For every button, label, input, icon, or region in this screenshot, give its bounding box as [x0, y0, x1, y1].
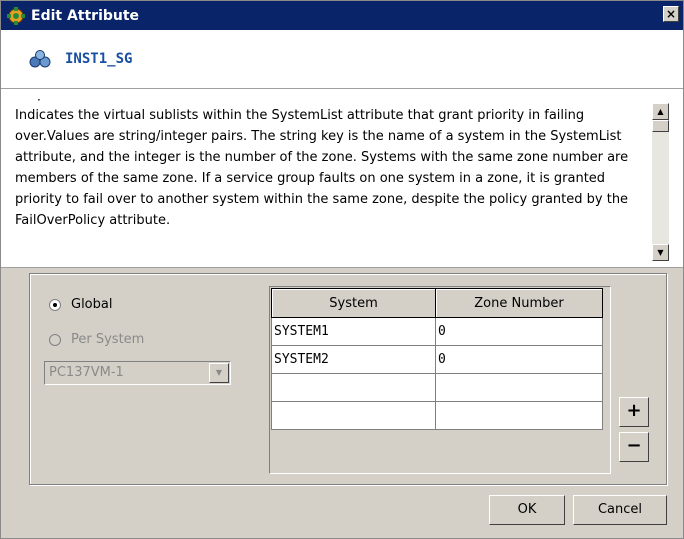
- attribute-description: Indicates the virtual sublists within th…: [15, 108, 629, 228]
- description-scrollbar[interactable]: ▲ ▼: [652, 103, 669, 261]
- chevron-down-icon: ▼: [209, 363, 229, 383]
- system-cell[interactable]: [271, 373, 436, 402]
- table-row[interactable]: [271, 373, 603, 402]
- dialog-header: INST1_SG: [1, 30, 683, 89]
- system-cell[interactable]: SYSTEM1: [271, 317, 436, 346]
- cluster-gear-icon: [7, 6, 25, 25]
- service-group-icon: [29, 50, 51, 68]
- scroll-up-arrow-icon[interactable]: ▲: [652, 103, 669, 120]
- zone-number-cell[interactable]: 0: [435, 317, 603, 346]
- service-group-name: INST1_SG: [65, 51, 133, 67]
- table-row[interactable]: SYSTEM1 0: [271, 317, 603, 346]
- zone-number-cell[interactable]: [435, 373, 603, 402]
- column-header-system[interactable]: System: [271, 288, 436, 318]
- table-row[interactable]: SYSTEM2 0: [271, 345, 603, 374]
- zone-number-cell[interactable]: [435, 401, 603, 430]
- ok-button[interactable]: OK: [489, 495, 565, 525]
- remove-row-button[interactable]: −: [619, 432, 649, 462]
- add-row-button[interactable]: +: [619, 397, 649, 427]
- description-panel: · Indicates the virtual sublists within …: [1, 89, 683, 268]
- system-select: PC137VM-1 ▼: [44, 361, 231, 385]
- system-cell[interactable]: SYSTEM2: [271, 345, 436, 374]
- edit-attribute-dialog: Edit Attribute × INST1_SG · Indicates th…: [0, 0, 684, 539]
- scroll-thumb[interactable]: [652, 120, 669, 132]
- global-radio-indicator[interactable]: [49, 298, 61, 311]
- system-cell[interactable]: [271, 401, 436, 430]
- zone-number-cell[interactable]: 0: [435, 345, 603, 374]
- window-title: Edit Attribute: [31, 7, 140, 24]
- close-button[interactable]: ×: [663, 6, 679, 22]
- per-system-radio: Per System: [49, 332, 144, 347]
- system-zone-table: System Zone Number SYSTEM1 0 SYSTEM2 0: [269, 286, 611, 474]
- per-system-radio-indicator: [49, 333, 61, 346]
- system-select-value: PC137VM-1: [49, 365, 124, 380]
- table-row[interactable]: [271, 401, 603, 430]
- global-radio-label: Global: [71, 297, 113, 312]
- global-radio[interactable]: Global: [49, 297, 112, 312]
- cancel-button[interactable]: Cancel: [573, 495, 667, 525]
- description-marker: ·: [37, 93, 41, 107]
- per-system-radio-label: Per System: [71, 332, 145, 347]
- title-bar[interactable]: Edit Attribute ×: [1, 1, 683, 30]
- scroll-down-arrow-icon[interactable]: ▼: [652, 244, 669, 261]
- column-header-zone-number[interactable]: Zone Number: [435, 288, 603, 318]
